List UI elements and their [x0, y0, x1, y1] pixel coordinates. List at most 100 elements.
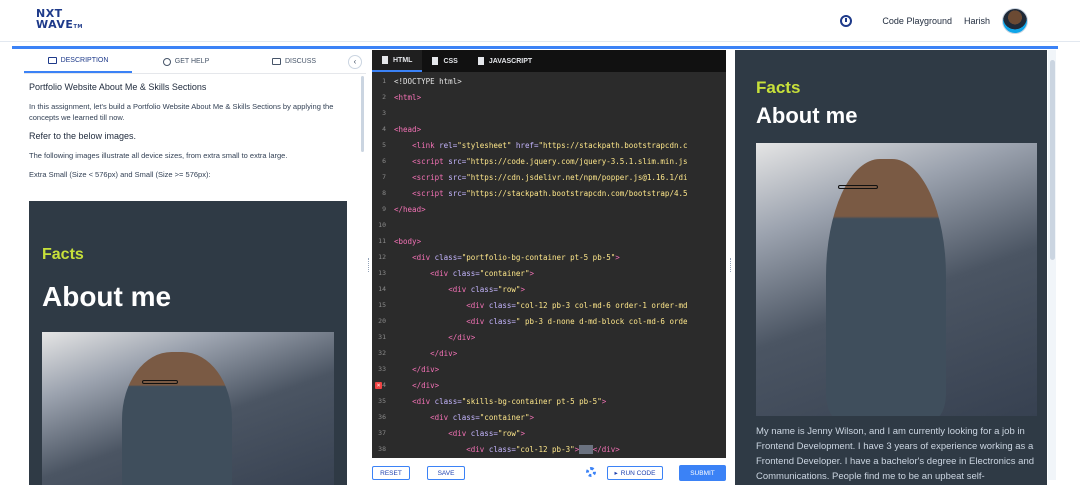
line-number: 35 — [378, 397, 386, 405]
run-code-button[interactable]: ▸ RUN CODE — [607, 466, 663, 480]
code-line[interactable]: × 34 </div> — [372, 377, 726, 393]
code-line[interactable]: 2 <html> — [372, 89, 726, 105]
profile-photo — [42, 332, 334, 485]
output-scrollbar-thumb[interactable] — [1050, 60, 1055, 260]
line-text: <head> — [394, 124, 422, 134]
top-right-nav: Code Playground Harish — [840, 8, 1028, 34]
line-text: <div class=" pb-3 d-none d-md-block col-… — [466, 316, 688, 326]
line-number: 13 — [378, 269, 386, 277]
html-file-icon — [382, 56, 388, 64]
code-line[interactable]: 4 <head> — [372, 121, 726, 137]
left-scrollbar[interactable] — [361, 76, 364, 152]
tab-description[interactable]: DESCRIPTION — [24, 50, 132, 73]
code-line[interactable]: 38 <div class="col-12 pb-3">...</div> — [372, 441, 726, 457]
line-number: 36 — [378, 413, 386, 421]
editor-toolbar: RESET SAVE ▸ RUN CODE SUBMIT — [372, 462, 726, 484]
output-about-heading: About me — [756, 103, 858, 128]
output-bio: My name is Jenny Wilson, and I am curren… — [756, 426, 1035, 482]
assignment-intro: In this assignment, let's build a Portfo… — [29, 102, 334, 122]
code-line[interactable]: 14 <div class="row"> — [372, 281, 726, 297]
top-accent-strip — [12, 46, 1058, 49]
run-code-label: RUN CODE — [620, 469, 656, 477]
help-icon — [162, 57, 171, 66]
save-button[interactable]: SAVE — [427, 466, 465, 480]
line-text: <div class="row"> — [448, 428, 525, 438]
line-number: 5 — [382, 141, 386, 149]
code-line[interactable]: 33 </div> — [372, 361, 726, 377]
line-number: 10 — [378, 221, 386, 229]
line-text: <div class="col-12 pb-3 col-md-6 order-1… — [466, 300, 688, 310]
tab-html-label: HTML — [393, 56, 413, 64]
line-number: 33 — [378, 365, 386, 373]
collapse-panel-button[interactable]: ‹ — [348, 54, 362, 69]
output-facts-heading: Facts — [756, 78, 801, 97]
line-number: 7 — [382, 173, 386, 181]
output-preview: Facts About me My name is Jenny Wilson, … — [735, 50, 1047, 485]
code-line[interactable]: 20 <div class=" pb-3 d-none d-md-block c… — [372, 313, 726, 329]
line-number: 2 — [382, 93, 386, 101]
code-line[interactable]: 8 <script src="https://stackpath.bootstr… — [372, 185, 726, 201]
chevron-left-icon: ‹ — [353, 57, 357, 66]
timer-icon[interactable] — [840, 15, 853, 27]
code-line[interactable]: 6 <script src="https://code.jquery.com/j… — [372, 153, 726, 169]
error-icon[interactable]: × — [375, 381, 382, 389]
document-icon — [47, 57, 57, 64]
nxtwave-logo[interactable]: NXT WAVETM — [36, 8, 83, 33]
line-text: <div class="container"> — [430, 268, 534, 278]
code-line[interactable]: 1 <!DOCTYPE html> — [372, 73, 726, 89]
gear-icon[interactable] — [586, 467, 596, 477]
code-line[interactable]: 9 </head> — [372, 201, 726, 217]
code-line[interactable]: 35 <div class="skills-bg-container pt-5 … — [372, 393, 726, 409]
logo-line-2: WAVE — [36, 18, 74, 31]
code-line[interactable]: 7 <script src="https://cdn.jsdelivr.net/… — [372, 169, 726, 185]
tab-html[interactable]: HTML — [372, 50, 423, 72]
code-line[interactable]: 3 — [372, 105, 726, 121]
code-line[interactable]: 5 <link rel="stylesheet" href="https://s… — [372, 137, 726, 153]
user-name[interactable]: Harish — [964, 16, 990, 26]
tab-get-help-label: GET HELP — [174, 58, 210, 65]
refer-heading: Refer to the below images. — [29, 131, 137, 141]
description-content: Portfolio Website About Me & Skills Sect… — [24, 74, 366, 180]
line-text: <div class="col-12 pb-3">...</div> — [466, 444, 620, 454]
line-text: <div class="portfolio-bg-container pt-5 … — [412, 252, 620, 262]
code-line[interactable]: 32 </div> — [372, 345, 726, 361]
code-editor[interactable]: HTML CSS JAVASCRIPT 1 <!DOCTYPE html> 2 <ht… — [372, 50, 726, 458]
line-text: <script src="https://cdn.jsdelivr.net/np… — [412, 172, 688, 182]
tab-javascript-label: JAVASCRIPT — [488, 57, 533, 65]
left-resize-handle[interactable] — [368, 258, 371, 272]
reset-button[interactable]: RESET — [372, 466, 410, 480]
tab-description-label: DESCRIPTION — [60, 57, 109, 64]
css-file-icon — [432, 57, 439, 65]
logo-tm: TM — [73, 24, 83, 30]
code-line[interactable]: 13 <div class="container"> — [372, 265, 726, 281]
tab-discuss[interactable]: DISCUSS — [240, 50, 348, 73]
devices-text: The following images illustrate all devi… — [29, 151, 288, 160]
code-lines[interactable]: 1 <!DOCTYPE html> 2 <html> 3 4 <head> 5 <link r… — [372, 72, 726, 457]
line-text: </head> — [394, 204, 426, 214]
code-line[interactable]: 15 <div class="col-12 pb-3 col-md-6 orde… — [372, 297, 726, 313]
code-line[interactable]: 31 </div> — [372, 329, 726, 345]
code-line[interactable]: 10 — [372, 217, 726, 233]
code-line[interactable]: 37 <div class="row"> — [372, 425, 726, 441]
line-text: </div> — [412, 380, 440, 390]
chat-icon — [271, 58, 281, 65]
code-playground-link[interactable]: Code Playground — [882, 16, 952, 26]
line-text: <script src="https://code.jquery.com/jqu… — [412, 156, 688, 166]
code-line[interactable]: 11 <body> — [372, 233, 726, 249]
line-number: 3 — [382, 109, 386, 117]
line-number: 31 — [378, 333, 386, 341]
top-bar: NXT WAVETM Code Playground Harish — [0, 0, 1080, 42]
line-number: 8 — [382, 189, 386, 197]
right-resize-handle[interactable] — [730, 258, 733, 272]
line-number: 20 — [378, 317, 386, 325]
line-number: 14 — [378, 285, 386, 293]
avatar[interactable] — [1002, 8, 1028, 34]
line-number: 6 — [382, 157, 386, 165]
preview-about-heading: About me — [42, 281, 172, 312]
submit-button[interactable]: SUBMIT — [679, 465, 726, 481]
tab-get-help[interactable]: GET HELP — [132, 50, 240, 73]
code-line[interactable]: 36 <div class="container"> — [372, 409, 726, 425]
tab-javascript[interactable]: JAVASCRIPT — [468, 50, 542, 72]
code-line[interactable]: 12 <div class="portfolio-bg-container pt… — [372, 249, 726, 265]
tab-css[interactable]: CSS — [422, 50, 467, 72]
